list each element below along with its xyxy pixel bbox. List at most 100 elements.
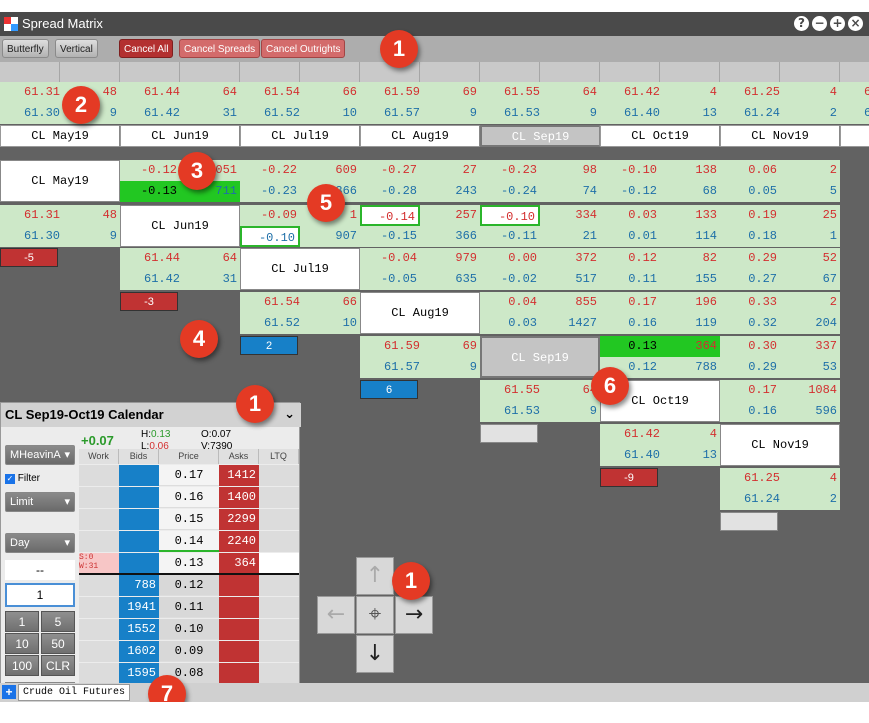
quantity-input[interactable]: 1 — [5, 583, 75, 607]
work-cell[interactable] — [79, 619, 119, 640]
diagonal-contract-label[interactable]: CL Sep19 — [480, 336, 600, 378]
spread-bid-price[interactable]: 0.06 — [720, 160, 780, 181]
bid-cell[interactable] — [119, 487, 159, 508]
contract-header[interactable]: CL Nov19 — [720, 125, 840, 147]
work-cell[interactable] — [79, 509, 119, 530]
ladder-row[interactable]: 1552 0.10 — [79, 619, 299, 640]
ask-cell[interactable]: 2240 — [219, 531, 259, 552]
spread-ask-price[interactable]: -0.11 — [480, 226, 540, 247]
quantity-button-5[interactable]: 5 — [41, 611, 75, 632]
ladder-row[interactable]: 1941 0.11 — [79, 597, 299, 618]
spread-bid-price[interactable]: 0.29 — [720, 248, 780, 269]
price-cell[interactable]: 0.14 — [159, 531, 219, 552]
outright-bid[interactable]: 6 — [840, 82, 869, 103]
ltq-cell[interactable] — [259, 487, 299, 508]
spread-ask-price[interactable]: -0.02 — [480, 269, 540, 290]
spread-bid-price[interactable]: 0.33 — [720, 292, 780, 313]
contract-header[interactable]: CL Jun19 — [120, 125, 240, 147]
spread-ask-price[interactable]: 0.32 — [720, 313, 780, 334]
quantity-button-50[interactable]: 50 — [41, 633, 75, 654]
ladder-row[interactable]: 788 0.12 — [79, 575, 299, 596]
ask-cell[interactable]: 2299 — [219, 509, 259, 530]
quantity-button-10[interactable]: 10 — [5, 633, 39, 654]
ask-cell[interactable]: 1400 — [219, 487, 259, 508]
work-cell[interactable] — [79, 575, 119, 596]
add-tab-icon[interactable]: + — [2, 685, 16, 699]
position-badge-may[interactable]: -5 — [0, 248, 58, 267]
bid-cell[interactable]: 788 — [119, 575, 159, 596]
outright-ask[interactable]: 6 — [840, 103, 869, 124]
contract-header[interactable]: CL May19 — [0, 125, 120, 147]
spread-bid-price[interactable]: -0.14 — [360, 205, 420, 226]
ltq-cell[interactable] — [259, 575, 299, 596]
diagonal-contract-label[interactable]: CL Jul19 — [240, 248, 360, 290]
price-cell[interactable]: 0.15 — [159, 509, 219, 530]
spread-bid-price[interactable]: 0.30 — [720, 336, 780, 357]
ltq-cell[interactable] — [259, 509, 299, 530]
arrow-left-icon[interactable]: ← — [317, 596, 355, 634]
spread-bid-price[interactable]: -0.10 — [480, 205, 540, 226]
spread-ask-price[interactable]: -0.13 — [120, 181, 180, 202]
filter-checkbox[interactable]: ✓ Filter — [5, 473, 40, 484]
work-cell[interactable] — [79, 487, 119, 508]
spread-bid-price[interactable]: -0.23 — [480, 160, 540, 181]
spread-ask-price[interactable]: 0.11 — [600, 269, 660, 290]
spread-ask-price[interactable]: -0.15 — [360, 226, 420, 247]
cancel-all-button[interactable]: Cancel All — [119, 39, 174, 58]
ltq-cell[interactable] — [259, 619, 299, 640]
price-cell[interactable]: 0.12 — [159, 575, 219, 596]
price-cell[interactable]: 0.17 — [159, 465, 219, 486]
work-cell[interactable] — [79, 531, 119, 552]
close-icon[interactable]: × — [848, 16, 863, 31]
ask-cell[interactable] — [219, 575, 259, 596]
arrow-up-icon[interactable]: ↑ — [356, 557, 394, 595]
ladder-row[interactable]: 0.17 1412 — [79, 465, 299, 486]
spread-ask-price[interactable]: 0.27 — [720, 269, 780, 290]
price-cell[interactable]: 0.13 — [159, 553, 219, 574]
position-badge-jun[interactable]: -3 — [120, 292, 178, 311]
ltq-cell[interactable] — [259, 531, 299, 552]
ltq-cell[interactable] — [259, 465, 299, 486]
work-cell[interactable]: S:0 W:31 — [79, 553, 119, 574]
spread-ask-price[interactable]: -0.05 — [360, 269, 420, 290]
ask-cell[interactable] — [219, 597, 259, 618]
spread-bid-price[interactable]: -0.10 — [600, 160, 660, 181]
spread-ask-price[interactable]: 0.05 — [720, 181, 780, 202]
ladder-row[interactable]: S:0 W:31 0.13 364 — [79, 553, 299, 575]
spread-ask-price[interactable]: 0.29 — [720, 357, 780, 378]
contract-header[interactable]: CL Sep19 — [480, 125, 600, 147]
ltq-cell[interactable] — [259, 553, 299, 574]
ladder-row[interactable]: 1595 0.08 — [79, 663, 299, 684]
spread-ask-price[interactable]: 0.18 — [720, 226, 780, 247]
ask-cell[interactable]: 364 — [219, 553, 259, 574]
spread-bid-price[interactable]: 0.04 — [480, 292, 540, 313]
position-badge-oct[interactable]: -9 — [600, 468, 658, 487]
spread-ask-price[interactable]: -0.28 — [360, 181, 420, 202]
spread-ask-price[interactable]: 0.01 — [600, 226, 660, 247]
ladder-row[interactable]: 0.15 2299 — [79, 509, 299, 530]
quantity-button-100[interactable]: 100 — [5, 655, 39, 676]
center-crosshair-icon[interactable]: ⌖ — [356, 596, 394, 634]
spread-bid-price[interactable]: 0.17 — [720, 380, 780, 401]
ladder-row[interactable]: 1602 0.09 — [79, 641, 299, 662]
bid-cell[interactable] — [119, 553, 159, 574]
quantity-button-1[interactable]: 1 — [5, 611, 39, 632]
bid-cell[interactable] — [119, 531, 159, 552]
spread-bid-price[interactable]: 0.19 — [720, 205, 780, 226]
ask-cell[interactable] — [219, 641, 259, 662]
cancel-outrights-button[interactable]: Cancel Outrights — [261, 39, 346, 58]
ladder-row[interactable]: 0.14 2240 — [79, 531, 299, 552]
spread-ask-price[interactable]: -0.12 — [600, 181, 660, 202]
spread-bid-price[interactable]: 0.13 — [600, 336, 660, 357]
bid-cell[interactable]: 1602 — [119, 641, 159, 662]
vertical-button[interactable]: Vertical — [55, 39, 98, 58]
bid-cell[interactable] — [119, 465, 159, 486]
ask-cell[interactable] — [219, 663, 259, 684]
position-badge-aug[interactable]: 6 — [360, 380, 418, 399]
price-cell[interactable]: 0.09 — [159, 641, 219, 662]
help-icon[interactable]: ? — [794, 16, 809, 31]
bid-cell[interactable]: 1941 — [119, 597, 159, 618]
tab-crude-oil-futures[interactable]: Crude Oil Futures — [18, 684, 131, 701]
ladder-row[interactable]: 0.16 1400 — [79, 487, 299, 508]
work-cell[interactable] — [79, 641, 119, 662]
